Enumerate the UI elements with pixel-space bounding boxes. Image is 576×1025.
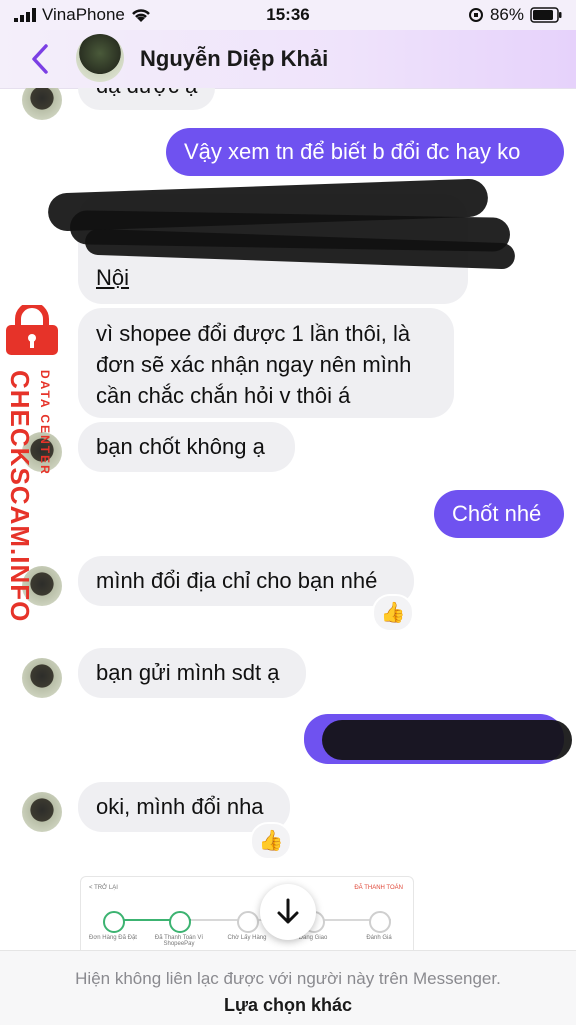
receipt-status: ĐÃ THANH TOÁN: [354, 885, 403, 891]
battery-percent: 86%: [489, 5, 524, 24]
back-chevron-icon[interactable]: [26, 42, 56, 76]
contact-avatar[interactable]: [76, 34, 124, 82]
battery-icon: [530, 7, 562, 23]
step-icon: [369, 911, 391, 933]
lock-icon: [6, 305, 58, 355]
thumbs-up-icon[interactable]: 👍: [250, 822, 292, 860]
status-right-group: 86%: [468, 5, 562, 25]
thumbs-up-icon[interactable]: 👍: [372, 594, 414, 632]
watermark-subtext: DATA CENTER: [38, 370, 52, 476]
shared-image-order-status[interactable]: < TRỞ LẠI ĐÃ THANH TOÁN Đơn Hàng Đã Đặt …: [80, 876, 414, 950]
message-bubble-incoming[interactable]: bạn gửi mình sdt ạ: [78, 648, 306, 698]
message-text: Nội: [96, 265, 130, 290]
message-bubble-outgoing[interactable]: Chốt nhé: [434, 490, 564, 538]
other-options-button[interactable]: Lựa chọn khác: [0, 995, 576, 1016]
status-bar: VinaPhone 15:36 86%: [0, 0, 576, 30]
step-label: Đã Thanh Toán Ví ShopeePay: [154, 935, 204, 947]
message-bubble-incoming[interactable]: bạn chốt không ạ: [78, 422, 295, 472]
composer-unavailable-footer: Hiện không liên lạc được với người này t…: [0, 950, 576, 1025]
watermark-text: CHECKSCAM.INFO: [5, 370, 35, 623]
unavailable-notice: Hiện không liên lạc được với người này t…: [75, 969, 501, 988]
sender-avatar[interactable]: [22, 658, 62, 698]
step-icon: [169, 911, 191, 933]
redaction-scribble: [322, 720, 572, 760]
message-bubble-incoming[interactable]: dạ được ạ: [78, 88, 216, 110]
message-bubble-outgoing[interactable]: Vậy xem tn để biết b đổi đc hay ko: [166, 128, 564, 176]
step-icon: [237, 911, 259, 933]
receipt-back-label: < TRỞ LẠI: [89, 885, 118, 891]
sender-avatar[interactable]: [22, 792, 62, 832]
message-bubble-incoming[interactable]: vì shopee đổi được 1 lần thôi, là đơn sẽ…: [78, 308, 454, 418]
step-label: Đơn Hàng Đã Đặt: [89, 935, 137, 941]
contact-name[interactable]: Nguyễn Diệp Khải: [140, 46, 328, 72]
scroll-to-bottom-button[interactable]: [260, 884, 316, 940]
step-icon: [103, 911, 125, 933]
sender-avatar[interactable]: [22, 88, 62, 120]
message-bubble-incoming[interactable]: mình đổi địa chỉ cho bạn nhé: [78, 556, 414, 606]
lock-rotation-icon: [468, 8, 483, 22]
scroll-down-arrow-icon: [277, 898, 299, 924]
step-label: Đánh Giá: [366, 935, 392, 941]
message-list[interactable]: dạ được ạ Vậy xem tn để biết b đổi đc ha…: [0, 88, 576, 950]
chat-header: Nguyễn Diệp Khải: [0, 30, 576, 89]
